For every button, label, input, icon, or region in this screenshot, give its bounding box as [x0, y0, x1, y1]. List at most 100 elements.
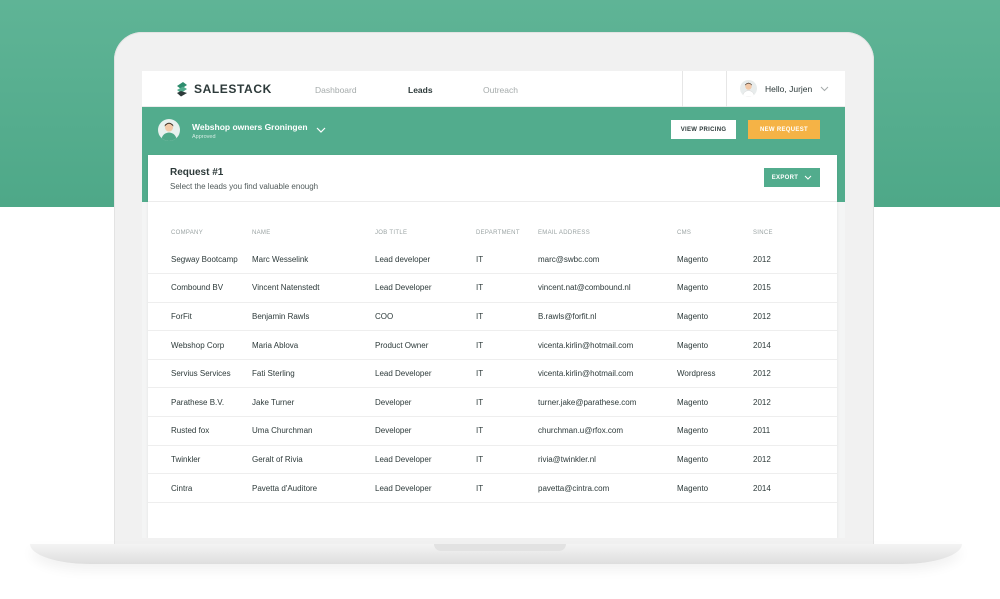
cell-company: Cintra: [148, 473, 252, 503]
chevron-down-icon: [804, 175, 812, 180]
cell-since: 2015: [753, 273, 837, 303]
cell-since: 2011: [753, 416, 837, 446]
table-row[interactable]: Combound BV Vincent Natenstedt Lead Deve…: [148, 273, 837, 303]
nav-item-outreach[interactable]: Outreach: [483, 85, 518, 95]
chevron-down-icon[interactable]: [316, 127, 326, 134]
cell-cms: Magento: [677, 330, 753, 360]
cell-email: rivia@twinkler.nl: [538, 445, 677, 475]
segment-avatar-icon: [161, 122, 177, 141]
top-navigation: SALESTACK Dashboard Leads Outreach Hello…: [142, 71, 845, 107]
cell-company: Servius Services: [148, 359, 252, 389]
cell-company: ForFit: [148, 302, 252, 332]
cell-since: 2014: [753, 473, 837, 503]
nav-divider: [726, 71, 727, 107]
cell-job-title: Developer: [375, 416, 476, 446]
cell-since: 2012: [753, 387, 837, 418]
view-pricing-button[interactable]: VIEW PRICING: [671, 120, 736, 139]
cell-cms: Magento: [677, 273, 753, 303]
cell-department: IT: [476, 445, 538, 475]
column-header-since[interactable]: SINCE: [753, 227, 837, 245]
cell-name: Uma Churchman: [252, 416, 375, 446]
segment-title: Webshop owners Groningen: [192, 122, 308, 132]
cell-cms: Magento: [677, 416, 753, 446]
table-header-row: COMPANY NAME JOB TITLE DEPARTMENT EMAIL …: [148, 227, 837, 245]
column-header-department[interactable]: DEPARTMENT: [476, 227, 538, 245]
nav-item-dashboard[interactable]: Dashboard: [315, 85, 357, 95]
cell-job-title: Lead Developer: [375, 473, 476, 503]
user-greeting: Hello, Jurjen: [765, 83, 813, 94]
nav-divider: [682, 71, 683, 107]
cell-department: IT: [476, 330, 538, 360]
cell-name: Geralt of Rivia: [252, 445, 375, 475]
table-row[interactable]: Webshop Corp Maria Ablova Product Owner …: [148, 330, 837, 360]
cell-cms: Magento: [677, 445, 753, 475]
cell-email: pavetta@cintra.com: [538, 473, 677, 503]
cell-email: vincent.nat@combound.nl: [538, 273, 677, 303]
user-avatar-icon: [742, 82, 755, 97]
table-row[interactable]: Twinkler Geralt of Rivia Lead Developer …: [148, 445, 837, 475]
cell-job-title: Lead Developer: [375, 359, 476, 389]
cell-department: IT: [476, 245, 538, 275]
cell-since: 2012: [753, 245, 837, 275]
cell-company: Segway Bootcamp: [148, 245, 252, 275]
table-row[interactable]: Rusted fox Uma Churchman Developer IT ch…: [148, 416, 837, 446]
cell-name: Fati Sterling: [252, 359, 375, 389]
column-header-name[interactable]: NAME: [252, 227, 375, 245]
avatar: [158, 119, 180, 141]
export-button[interactable]: EXPORT: [764, 168, 820, 187]
cell-company: Combound BV: [148, 273, 252, 303]
cell-name: Marc Wesselink: [252, 245, 375, 275]
cell-company: Webshop Corp: [148, 330, 252, 360]
cell-since: 2014: [753, 330, 837, 360]
request-card: Request #1 Select the leads you find val…: [148, 155, 837, 538]
column-header-company[interactable]: COMPANY: [148, 227, 252, 245]
column-header-email[interactable]: EMAIL ADDRESS: [538, 227, 677, 245]
cell-name: Vincent Natenstedt: [252, 273, 375, 303]
table-row[interactable]: ForFit Benjamin Rawls COO IT B.rawls@for…: [148, 302, 837, 332]
cell-department: IT: [476, 473, 538, 503]
cell-company: Parathese B.V.: [148, 387, 252, 418]
brand-logo[interactable]: SALESTACK: [176, 81, 272, 97]
cell-company: Twinkler: [148, 445, 252, 475]
segment-status: Approved: [192, 134, 216, 140]
leads-table: COMPANY NAME JOB TITLE DEPARTMENT EMAIL …: [148, 227, 837, 503]
cell-department: IT: [476, 273, 538, 303]
table-row[interactable]: Segway Bootcamp Marc Wesselink Lead deve…: [148, 245, 837, 275]
table-row[interactable]: Servius Services Fati Sterling Lead Deve…: [148, 359, 837, 389]
column-header-cms[interactable]: CMS: [677, 227, 753, 245]
table-row[interactable]: Cintra Pavetta d'Auditore Lead Developer…: [148, 473, 837, 503]
cell-email: vicenta.kirlin@hotmail.com: [538, 330, 677, 360]
new-request-button[interactable]: NEW REQUEST: [748, 120, 820, 139]
cell-name: Jake Turner: [252, 387, 375, 418]
cell-email: vicenta.kirlin@hotmail.com: [538, 359, 677, 389]
export-label: EXPORT: [771, 174, 799, 181]
cell-name: Benjamin Rawls: [252, 302, 375, 332]
card-divider: [148, 201, 837, 202]
cell-department: IT: [476, 302, 538, 332]
table-row[interactable]: Parathese B.V. Jake Turner Developer IT …: [148, 387, 837, 418]
request-title: Request #1: [170, 167, 224, 178]
nav-item-leads[interactable]: Leads: [408, 85, 433, 95]
column-header-job-title[interactable]: JOB TITLE: [375, 227, 476, 245]
app-screen: SALESTACK Dashboard Leads Outreach Hello…: [142, 71, 845, 538]
cell-department: IT: [476, 387, 538, 418]
cell-since: 2012: [753, 445, 837, 475]
cell-since: 2012: [753, 359, 837, 389]
request-subtitle: Select the leads you find valuable enoug…: [170, 182, 319, 191]
cell-name: Maria Ablova: [252, 330, 375, 360]
cell-department: IT: [476, 416, 538, 446]
avatar: [740, 80, 757, 97]
cell-cms: Wordpress: [677, 359, 753, 389]
cell-email: B.rawls@forfit.nl: [538, 302, 677, 332]
brand-name: SALESTACK: [194, 82, 272, 96]
cell-job-title: Developer: [375, 387, 476, 418]
cell-cms: Magento: [677, 387, 753, 418]
cell-email: churchman.u@rfox.com: [538, 416, 677, 446]
laptop-notch: [434, 544, 566, 551]
cell-department: IT: [476, 359, 538, 389]
user-menu[interactable]: Hello, Jurjen: [740, 80, 829, 97]
cell-email: turner.jake@parathese.com: [538, 387, 677, 418]
cell-cms: Magento: [677, 245, 753, 275]
cell-company: Rusted fox: [148, 416, 252, 446]
cell-job-title: Lead developer: [375, 245, 476, 275]
